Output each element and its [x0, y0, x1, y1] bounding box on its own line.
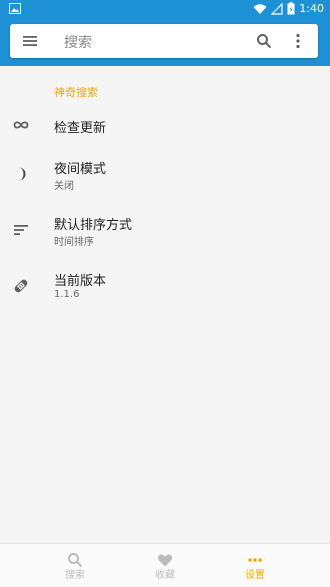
search-bar[interactable]: 搜索 [10, 24, 318, 58]
tab-label: 设置 [245, 570, 265, 581]
setting-default-sort[interactable]: 默认排序方式 时间排序 [0, 206, 330, 254]
sort-icon [14, 225, 28, 235]
status-time: 1:40 [299, 2, 324, 15]
setting-title: 默认排序方式 [54, 218, 133, 233]
setting-value: 1.1.6 [54, 289, 80, 300]
status-bar: 1:40 [0, 0, 330, 18]
search-icon[interactable] [256, 33, 272, 49]
bandage-icon [14, 279, 28, 293]
search-input[interactable]: 搜索 [64, 32, 92, 52]
image-notification-icon [9, 3, 21, 14]
more-vertical-icon[interactable] [295, 33, 301, 49]
signal-icon [271, 2, 283, 15]
setting-check-update[interactable]: 检查更新 [0, 101, 330, 149]
app-bar: 搜索 [0, 18, 330, 66]
battery-icon [287, 2, 295, 15]
setting-title: 当前版本 [54, 274, 107, 289]
setting-value: 关闭 [54, 181, 74, 192]
status-icons: 1:40 [253, 2, 324, 15]
setting-night-mode[interactable]: 夜间模式 关闭 [0, 150, 330, 198]
setting-title: 检查更新 [54, 121, 107, 136]
setting-title: 夜间模式 [54, 162, 107, 177]
setting-value: 时间排序 [54, 237, 94, 248]
tab-settings[interactable]: 设置 [200, 544, 310, 587]
moon-icon [19, 167, 26, 181]
wifi-icon [253, 3, 267, 14]
section-title: 神奇搜索 [54, 86, 98, 99]
bottom-navigation: 搜索 收藏 设置 [0, 543, 330, 587]
infinity-icon [13, 121, 29, 129]
menu-icon[interactable] [22, 34, 38, 48]
setting-current-version[interactable]: 当前版本 1.1.6 [0, 262, 330, 310]
